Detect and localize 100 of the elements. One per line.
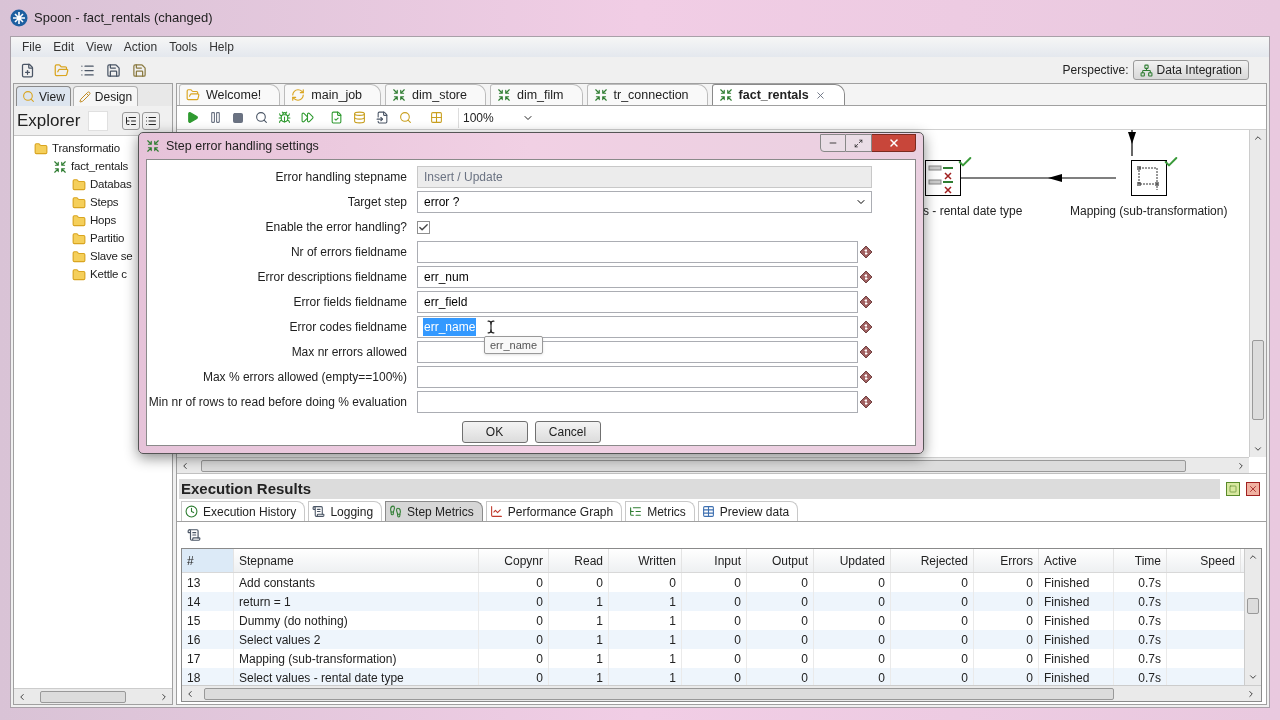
tree-icon (125, 114, 138, 127)
folder-icon (72, 250, 86, 264)
column-header[interactable]: Time (1114, 549, 1167, 572)
column-header[interactable]: Speed (1167, 549, 1241, 572)
close-icon[interactable] (814, 89, 826, 101)
pause-icon (208, 111, 222, 124)
scroll-icon (187, 528, 201, 542)
checkbox[interactable] (417, 220, 430, 234)
column-header[interactable]: Active (1039, 549, 1114, 572)
variable-icon (860, 321, 872, 333)
scroll-thumb[interactable] (1252, 340, 1264, 420)
results-tab[interactable]: Preview data (697, 501, 799, 521)
menu-item[interactable]: File (17, 38, 47, 56)
editor-tab[interactable]: fact_rentals (711, 84, 845, 105)
field-value: Insert / Update (423, 169, 504, 186)
list-icon (145, 114, 158, 127)
scroll-thumb[interactable] (1247, 598, 1259, 614)
zoom-combo[interactable]: 100% (458, 107, 538, 128)
transformation-icon (593, 88, 608, 102)
column-header[interactable]: Updated (814, 549, 891, 572)
results-tab[interactable]: Performance Graph (485, 501, 623, 521)
tree-item[interactable]: fact_rentals (71, 158, 129, 176)
search-icon (398, 111, 412, 124)
scroll-thumb[interactable] (204, 687, 1114, 700)
field-value: error ? (423, 194, 461, 211)
menu-item[interactable]: Tools (164, 38, 203, 56)
tree-item[interactable]: Hops (90, 212, 117, 230)
results-tab[interactable]: Step Metrics (385, 501, 483, 521)
editor-tab[interactable]: dim_store (385, 84, 486, 105)
target-step-combo[interactable]: error ? (417, 191, 872, 213)
tree-item[interactable]: Databas (90, 176, 132, 194)
editor-tab[interactable]: dim_film (489, 84, 583, 105)
dialog-button[interactable]: Cancel (534, 421, 601, 443)
input-field[interactable] (417, 366, 858, 388)
column-header[interactable]: Written (609, 549, 682, 572)
panel-tab[interactable]: Design (72, 86, 139, 106)
column-header[interactable]: Copynr (479, 549, 549, 572)
field-value: err_field (423, 294, 469, 311)
field-label: Nr of errors fieldname (289, 244, 408, 261)
close-button[interactable] (1246, 482, 1260, 496)
editor-tab[interactable]: Welcome! (179, 84, 281, 105)
folder-icon (53, 62, 69, 78)
horizontal-scrollbar[interactable] (177, 457, 1249, 473)
results-tab[interactable]: Execution History (181, 501, 306, 521)
dialog-button[interactable]: OK (461, 421, 528, 443)
menu-item[interactable]: Edit (48, 38, 80, 56)
tree-item[interactable]: Partitio (90, 230, 125, 248)
close-button[interactable] (872, 134, 916, 152)
column-header[interactable]: Read (549, 549, 609, 572)
results-tab[interactable]: Logging (308, 501, 383, 521)
menu-item[interactable]: View (81, 38, 117, 56)
clock-icon (185, 505, 198, 518)
column-header[interactable]: Errors (974, 549, 1039, 572)
column-header[interactable]: # (182, 549, 234, 572)
field-label: Error handling stepname (274, 169, 408, 186)
tree-item[interactable]: Steps (90, 194, 119, 212)
maximize-button[interactable] (846, 134, 872, 152)
variable-icon (860, 296, 872, 308)
vertical-scrollbar[interactable] (1249, 130, 1266, 457)
horizontal-scrollbar[interactable] (14, 688, 172, 704)
input-field[interactable]: err_field (417, 291, 858, 313)
field-value: err_name (423, 318, 477, 336)
vertical-scrollbar[interactable] (1244, 549, 1261, 685)
folder-icon (72, 268, 86, 282)
input-field[interactable]: err_num (417, 266, 858, 288)
column-header[interactable]: Stepname (234, 549, 479, 572)
maximize-button[interactable] (1226, 482, 1240, 496)
results-tab[interactable]: Metrics (625, 501, 695, 521)
dialog-title: Step error handling settings (166, 137, 319, 155)
tree-item[interactable]: Transformatio (52, 140, 120, 158)
maximize-icon (1229, 485, 1237, 493)
scroll-thumb[interactable] (201, 459, 1186, 472)
menu-item[interactable]: Action (118, 38, 163, 56)
variable-icon (860, 371, 872, 383)
scroll-icon (312, 505, 326, 518)
variable-icon (860, 346, 872, 358)
editor-tab[interactable]: main_job (284, 84, 382, 105)
field-label: Max nr errors allowed (290, 344, 408, 361)
input-field[interactable] (417, 391, 858, 413)
transformation-icon (496, 88, 511, 102)
panel-tab[interactable]: View (16, 86, 71, 106)
column-header[interactable]: Input (682, 549, 747, 572)
search-field[interactable] (88, 110, 109, 131)
column-header[interactable]: Output (747, 549, 814, 572)
transformation-icon (53, 160, 67, 174)
scroll-thumb[interactable] (40, 690, 126, 703)
horizontal-scrollbar[interactable] (182, 685, 1261, 701)
menu-item[interactable]: Help (204, 38, 239, 56)
collapse-button[interactable] (142, 111, 161, 130)
perspective-button[interactable]: Data Integration (1132, 60, 1249, 80)
tree-item[interactable]: Kettle c (90, 266, 127, 284)
hop-arrow (1127, 130, 1137, 156)
input-field[interactable] (417, 241, 858, 263)
variable-icon (860, 271, 872, 283)
editor-tab[interactable]: tr_connection (586, 84, 708, 105)
expand-button[interactable] (122, 111, 141, 130)
tree-item[interactable]: Slave se (90, 248, 133, 266)
minimize-button[interactable] (820, 134, 846, 152)
column-header[interactable]: Rejected (891, 549, 974, 572)
input-field[interactable] (417, 341, 858, 363)
